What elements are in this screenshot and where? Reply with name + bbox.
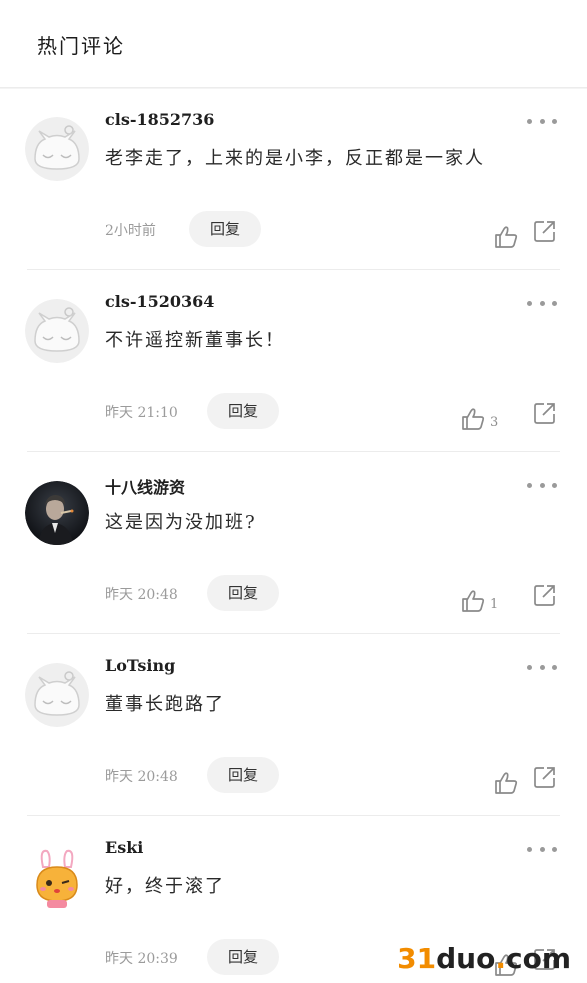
avatar[interactable]	[25, 299, 89, 363]
more-options-icon[interactable]	[527, 846, 557, 852]
page-title: 热门评论	[37, 34, 125, 58]
reply-button[interactable]: 回复	[207, 575, 279, 611]
comment-time: 昨天 21:10	[105, 405, 178, 421]
like-count: 3	[490, 415, 499, 430]
username[interactable]: 十八线游资	[105, 474, 185, 498]
like-button[interactable]: 3	[460, 396, 498, 432]
thumbs-up-icon	[495, 772, 518, 794]
comment-item: LoTsing 董事长跑路了 昨天 20:48 回复	[0, 634, 587, 816]
comment-text: 董事长跑路了	[105, 694, 225, 715]
username[interactable]: LoTsing	[105, 656, 175, 675]
thumbs-up-icon	[495, 226, 518, 248]
bunny-cat-avatar-icon	[25, 845, 89, 909]
comment-time: 昨天 20:39	[105, 951, 178, 967]
comment-time: 昨天 20:48	[105, 769, 178, 785]
avatar[interactable]	[25, 481, 89, 545]
watermark-num: 31	[397, 942, 437, 975]
watermark-text: duo	[436, 942, 496, 975]
thumbs-up-icon	[462, 408, 485, 430]
share-icon[interactable]	[532, 400, 558, 426]
share-icon[interactable]	[532, 582, 558, 608]
comment-time: 昨天 20:48	[105, 587, 178, 603]
share-icon[interactable]	[532, 218, 558, 244]
photo-avatar-icon	[25, 481, 89, 545]
more-options-icon[interactable]	[527, 118, 557, 124]
username[interactable]: Eski	[105, 838, 143, 857]
watermark-dot: .	[495, 942, 506, 975]
watermark-tld: com	[505, 942, 571, 975]
avatar[interactable]	[25, 663, 89, 727]
reply-button[interactable]: 回复	[189, 211, 261, 247]
thumbs-up-icon	[462, 590, 485, 612]
default-cat-avatar-icon	[25, 299, 89, 363]
like-button[interactable]: 1	[460, 578, 498, 614]
site-watermark: 31duo.com	[397, 945, 571, 973]
share-icon[interactable]	[532, 764, 558, 790]
comment-text: 好，终于滚了	[105, 876, 225, 897]
comment-item: cls-1520364 不许遥控新董事长！ 昨天 21:10 回复 3	[0, 270, 587, 452]
like-count: 1	[490, 597, 499, 612]
reply-button[interactable]: 回复	[207, 393, 279, 429]
more-options-icon[interactable]	[527, 482, 557, 488]
comment-item: 十八线游资 这是因为没加班? 昨天 20:48 回复 1	[0, 452, 587, 634]
comment-item: cls-1852736 老李走了，上来的是小李，反正都是一家人 2小时前 回复	[0, 88, 587, 270]
more-options-icon[interactable]	[527, 664, 557, 670]
avatar[interactable]	[25, 845, 89, 909]
default-cat-avatar-icon	[25, 663, 89, 727]
comment-text: 这是因为没加班?	[105, 512, 257, 533]
comment-text: 老李走了，上来的是小李，反正都是一家人	[105, 148, 485, 169]
username[interactable]: cls-1520364	[105, 292, 214, 311]
like-button[interactable]	[493, 214, 523, 250]
avatar[interactable]	[25, 117, 89, 181]
username[interactable]: cls-1852736	[105, 110, 214, 129]
like-button[interactable]	[493, 760, 523, 796]
comment-text: 不许遥控新董事长！	[105, 330, 285, 351]
reply-button[interactable]: 回复	[207, 757, 279, 793]
reply-button[interactable]: 回复	[207, 939, 279, 975]
default-cat-avatar-icon	[25, 117, 89, 181]
comment-time: 2小时前	[105, 223, 156, 239]
more-options-icon[interactable]	[527, 300, 557, 306]
comments-header: 热门评论	[0, 0, 587, 88]
